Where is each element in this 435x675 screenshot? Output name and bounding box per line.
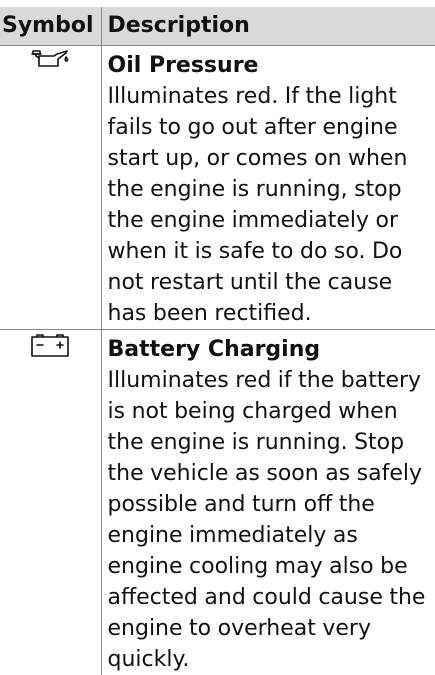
item-description: Illuminates red. If the light fails to g… — [108, 81, 432, 329]
page: ​ Symbol Description — [0, 0, 435, 624]
item-title: Battery Charging — [108, 334, 432, 365]
symbol-column-header: Symbol — [0, 7, 101, 46]
symbol-cell — [0, 330, 101, 675]
description-cell: Battery Charging Illuminates red if the … — [101, 330, 435, 675]
symbol-cell — [0, 46, 101, 330]
warning-lights-table: Symbol Description — [0, 7, 435, 675]
table-header-row: Symbol Description — [0, 7, 435, 46]
table-row-battery-charging: Battery Charging Illuminates red if the … — [0, 330, 435, 675]
description-cell: Oil Pressure Illuminates red. If the lig… — [101, 46, 435, 330]
oil-can-icon — [30, 48, 70, 70]
item-title: Oil Pressure — [108, 50, 432, 81]
table-row-oil-pressure: Oil Pressure Illuminates red. If the lig… — [0, 46, 435, 330]
description-column-header: Description — [101, 7, 435, 46]
battery-icon — [30, 332, 70, 358]
previous-content-strip: ​ — [98, 0, 435, 7]
item-description: Illuminates red if the battery is not be… — [108, 365, 432, 675]
